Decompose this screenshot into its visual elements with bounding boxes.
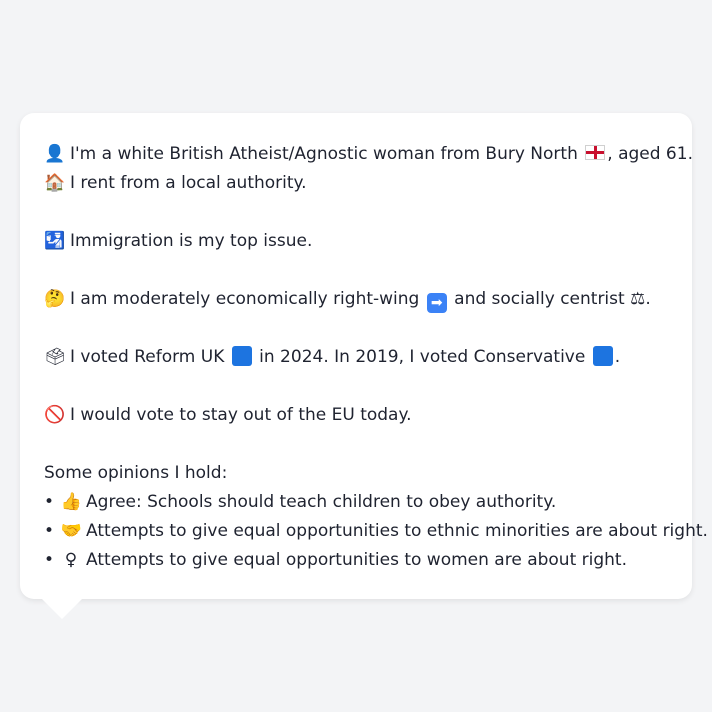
reform-party-square-icon xyxy=(231,346,252,366)
no-entry-icon: 🚫 xyxy=(44,405,66,425)
opinion-text: Agree: Schools should teach children to … xyxy=(86,492,557,512)
conservative-party-square-icon xyxy=(592,346,613,366)
identity-line: 👤 I'm a white British Atheist/Agnostic wo… xyxy=(44,140,693,169)
opinion-item: • 👍 Agree: Schools should teach children t… xyxy=(44,488,668,517)
eu-text: I would vote to stay out of the EU today… xyxy=(70,405,412,425)
bullet: • xyxy=(44,550,55,570)
housing-text: I rent from a local authority. xyxy=(70,173,307,193)
votes-text-conservative: in 2024. In 2019, I voted Conservative xyxy=(259,347,586,367)
passport-control-icon: 🛂 xyxy=(44,231,66,251)
votes-line: 🗳 I voted Reform UK in 2024. In 2019, I v… xyxy=(44,343,668,372)
eu-line: 🚫 I would vote to stay out of the EU toda… xyxy=(44,401,668,430)
house-icon: 🏠 xyxy=(44,173,66,193)
ideology-end-text: . xyxy=(645,289,651,309)
opinion-text: Attempts to give equal opportunities to … xyxy=(86,550,627,570)
votes-end-text: . xyxy=(614,347,621,367)
ideology-line: 🤔 I am moderately economically right-wing… xyxy=(44,285,668,314)
ballot-box-icon: 🗳 xyxy=(44,347,66,367)
thinking-face-icon: 🤔 xyxy=(44,289,66,309)
opinions-heading: Some opinions I hold: xyxy=(44,463,228,483)
identity-age-text: , aged 61. xyxy=(607,144,693,164)
female-sign-icon: ♀ xyxy=(64,550,78,570)
bullet: • xyxy=(44,492,55,512)
right-arrow-icon: ➡ xyxy=(426,293,447,313)
thumbs-up-icon: 👍 xyxy=(60,492,82,512)
opinion-text: Attempts to give equal opportunities to … xyxy=(86,521,708,541)
profile-message-bubble: 👤 I'm a white British Atheist/Agnostic wo… xyxy=(20,113,708,619)
top-issue-text: Immigration is my top issue. xyxy=(70,231,313,251)
handshake-icon: 🤝 xyxy=(60,521,82,541)
housing-line: 🏠 I rent from a local authority. xyxy=(44,169,668,198)
top-issue-line: 🛂 Immigration is my top issue. xyxy=(44,227,668,256)
bullet: • xyxy=(44,521,55,541)
person-silhouette-icon: 👤 xyxy=(44,144,66,164)
identity-text: I'm a white British Atheist/Agnostic wom… xyxy=(70,144,578,164)
opinion-item: • ♀ Attempts to give equal opportunities t… xyxy=(44,546,668,575)
votes-text-reform: I voted Reform UK xyxy=(70,347,225,367)
ideology-economic-text: I am moderately economically right-wing xyxy=(70,289,420,309)
opinion-item: • 🤝 Attempts to give equal opportunities t… xyxy=(44,517,708,546)
ideology-social-text: and socially centrist xyxy=(454,289,625,309)
balance-scale-icon: ⚖ xyxy=(630,289,646,309)
england-flag-icon xyxy=(585,145,606,160)
